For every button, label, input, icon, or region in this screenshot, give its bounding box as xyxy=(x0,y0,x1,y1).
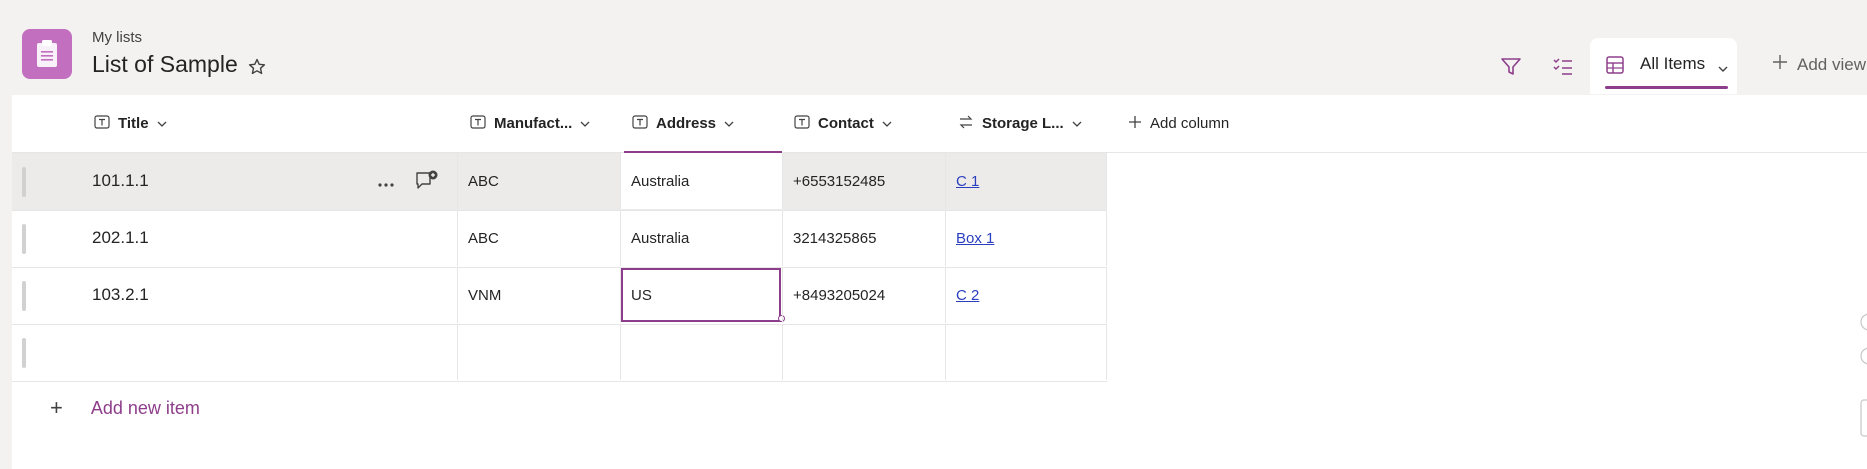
add-new-item-button[interactable]: + Add new item xyxy=(50,395,200,421)
table-row[interactable]: 103.2.1 VNM US +8493205024 C 2 xyxy=(12,267,1107,325)
cell-contact[interactable]: 3214325865 xyxy=(782,210,945,266)
lookup-type-icon xyxy=(958,115,974,133)
cell-manufacturer[interactable]: ABC xyxy=(457,153,620,209)
column-header-storage-location[interactable]: Storage L... xyxy=(958,95,1082,152)
plus-icon xyxy=(1128,115,1142,133)
breadcrumb[interactable]: My lists xyxy=(92,29,142,46)
cell-storage-empty[interactable] xyxy=(945,324,1107,380)
cell-storage-location[interactable]: C 2 xyxy=(945,267,1107,323)
cell-contact[interactable]: +6553152485 xyxy=(782,153,945,209)
cell-title[interactable]: 101.1.1 xyxy=(92,153,292,209)
cell-title[interactable]: 103.2.1 xyxy=(92,267,292,323)
group-by-icon[interactable] xyxy=(1550,54,1576,80)
view-tab-all-items[interactable]: All Items xyxy=(1590,38,1737,94)
cell-address[interactable]: Australia xyxy=(620,153,782,209)
chevron-down-icon xyxy=(1072,115,1082,132)
view-tab-label: All Items xyxy=(1640,54,1706,73)
cell-contact-empty[interactable] xyxy=(782,324,945,380)
text-type-icon xyxy=(94,114,110,133)
chevron-down-icon xyxy=(882,115,892,132)
add-new-item-label: Add new item xyxy=(90,397,200,418)
column-header-label: Contact xyxy=(818,115,874,132)
cell-address[interactable]: Australia xyxy=(620,210,782,266)
plus-icon xyxy=(1772,54,1788,75)
storage-location-link[interactable]: C 1 xyxy=(956,173,979,190)
cell-address-value: US xyxy=(631,286,652,304)
add-view-button[interactable]: Add view xyxy=(1772,54,1866,75)
add-column-label: Add column xyxy=(1150,115,1230,132)
favorite-star-icon[interactable] xyxy=(247,57,267,77)
column-header-manufacturer[interactable]: Manufact... xyxy=(470,95,590,152)
grid-view-icon xyxy=(1605,55,1625,80)
more-options-icon[interactable] xyxy=(377,175,395,193)
storage-location-link[interactable]: Box 1 xyxy=(956,230,994,247)
text-type-icon xyxy=(794,114,810,133)
table-row[interactable]: 202.1.1 ABC Australia 3214325865 Box 1 xyxy=(12,210,1107,268)
row-select-handle[interactable] xyxy=(22,224,26,254)
cell-manufacturer-empty[interactable] xyxy=(457,324,620,380)
chevron-down-icon xyxy=(157,115,167,132)
column-header-row: Title Manufact... Address Contact Storag… xyxy=(12,95,1867,153)
row-select-handle[interactable] xyxy=(22,167,26,197)
cell-title[interactable]: 202.1.1 xyxy=(92,210,292,266)
text-type-icon xyxy=(632,114,648,133)
side-pane-edge xyxy=(1859,300,1867,440)
new-item-row[interactable] xyxy=(12,324,1107,382)
row-actions xyxy=(377,170,439,197)
chevron-down-icon xyxy=(580,115,590,132)
cell-manufacturer[interactable]: ABC xyxy=(457,210,620,266)
list-grid: Title Manufact... Address Contact Storag… xyxy=(12,95,1867,469)
cell-storage-location[interactable]: Box 1 xyxy=(945,210,1107,266)
table-row[interactable]: 101.1.1 ABC Australia +6553152485 C 1 xyxy=(12,153,1107,211)
cell-contact[interactable]: +8493205024 xyxy=(782,267,945,323)
plus-icon: + xyxy=(50,395,63,420)
add-view-label: Add view xyxy=(1797,54,1866,74)
text-type-icon xyxy=(470,114,486,133)
chevron-down-icon xyxy=(724,115,734,132)
column-header-label: Storage L... xyxy=(982,115,1064,132)
list-app-icon xyxy=(22,29,72,79)
cell-manufacturer[interactable]: VNM xyxy=(457,267,620,323)
storage-location-link[interactable]: C 2 xyxy=(956,287,979,304)
row-select-handle[interactable] xyxy=(22,338,26,368)
add-column-button[interactable]: Add column xyxy=(1128,95,1229,152)
column-header-label: Address xyxy=(656,115,717,132)
filter-icon[interactable] xyxy=(1498,54,1524,80)
add-comment-icon[interactable] xyxy=(415,170,439,197)
row-select-handle[interactable] xyxy=(22,281,26,311)
column-header-address[interactable]: Address xyxy=(624,95,782,153)
active-view-indicator xyxy=(1605,86,1728,89)
column-header-title[interactable]: Title xyxy=(94,95,167,152)
chevron-down-icon xyxy=(1718,60,1728,78)
cell-address-empty[interactable] xyxy=(620,324,782,380)
column-header-contact[interactable]: Contact xyxy=(794,95,892,152)
page-title: List of Sample xyxy=(92,51,238,77)
column-header-label: Manufact... xyxy=(494,115,573,132)
column-header-label: Title xyxy=(118,115,149,132)
cell-storage-location[interactable]: C 1 xyxy=(945,153,1107,209)
cell-address-focused[interactable]: US xyxy=(620,267,785,323)
